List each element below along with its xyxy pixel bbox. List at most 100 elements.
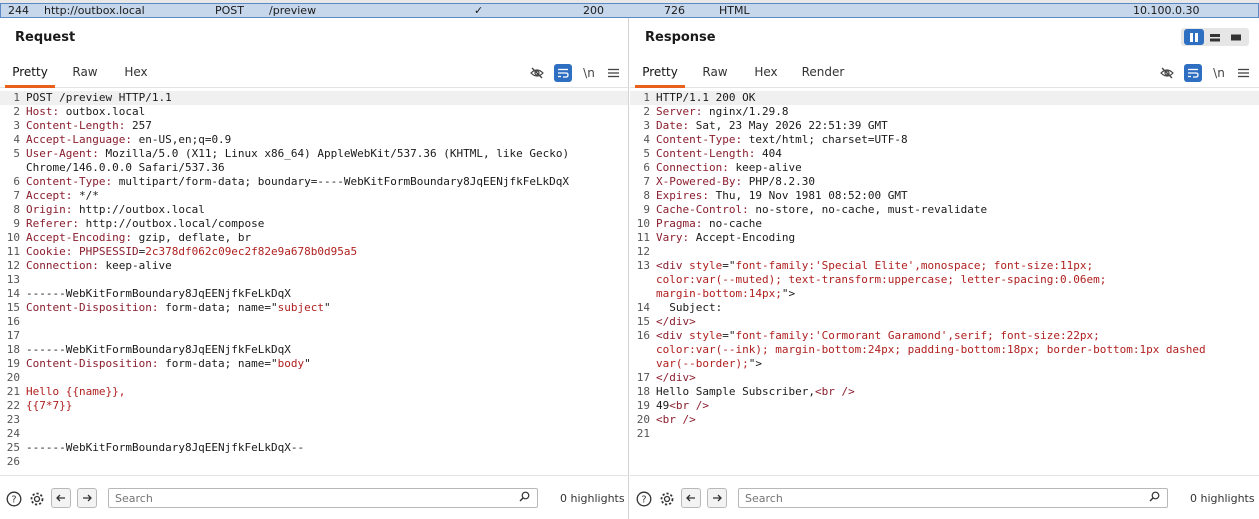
eye-slash-icon[interactable] <box>1158 64 1176 82</box>
code-token: User-Agent: <box>26 147 99 160</box>
line-number: 22 <box>6 399 20 412</box>
line-number: 9 <box>643 203 650 216</box>
split-columns-icon[interactable] <box>1184 29 1204 45</box>
code-token: Expires: <box>656 189 709 202</box>
request-tab-hex[interactable]: Hex <box>117 60 155 88</box>
help-circle-icon[interactable]: ? <box>635 490 653 508</box>
line-text: color:var(--muted); text-transform:upper… <box>656 273 1106 287</box>
arrow-left-icon[interactable] <box>51 488 71 508</box>
line-number: 3 <box>13 119 20 132</box>
arrow-right-icon[interactable] <box>77 488 97 508</box>
request-tab-raw[interactable]: Raw <box>65 60 105 88</box>
code-token: margin-bottom:14px; <box>656 287 782 300</box>
line-number: 13 <box>636 259 650 272</box>
help-circle-icon[interactable]: ? <box>5 490 23 508</box>
arrow-left-icon[interactable] <box>681 488 701 508</box>
code-token: ------WebKitFormBoundary8JqEENjfkFeLkDqX… <box>26 441 305 454</box>
line-text: Referer: http://outbox.local/compose <box>26 217 264 231</box>
history-row-selected[interactable]: 244 http://outbox.local POST /preview ✓ … <box>0 3 1259 18</box>
hamburger-menu-icon[interactable] <box>604 64 622 82</box>
line-text: Cookie: PHPSESSID=2c378df062c09ec2f82e9a… <box>26 245 357 259</box>
line-text: HTTP/1.1 200 OK <box>656 91 755 105</box>
code-line: 15 Content-Disposition: form-data; name="… <box>0 301 628 315</box>
newline-toggle[interactable]: \n <box>1210 64 1228 82</box>
response-tab-hex[interactable]: Hex <box>747 60 785 88</box>
line-text: Accept: */* <box>26 189 99 203</box>
code-token: 404 <box>755 147 782 160</box>
code-token: text/html; charset=UTF-8 <box>742 133 908 146</box>
line-text: Connection: keep-alive <box>26 259 172 273</box>
code-token: gzip, deflate, br <box>131 231 252 244</box>
line-number: 3 <box>643 119 650 132</box>
svg-text:?: ? <box>11 495 16 506</box>
line-text: Content-Length: 404 <box>656 147 782 161</box>
code-line: 23 <box>0 413 628 427</box>
code-token: Referer: <box>26 217 79 230</box>
single-pane-icon[interactable] <box>1226 29 1246 45</box>
line-text: Accept-Language: en-US,en;q=0.9 <box>26 133 231 147</box>
code-line: 8 Expires: Thu, 19 Nov 1981 08:52:00 GMT <box>630 189 1259 203</box>
response-tab-render[interactable]: Render <box>798 60 848 88</box>
line-text: X-Powered-By: PHP/8.2.30 <box>656 175 815 189</box>
line-number: 13 <box>6 273 20 286</box>
request-editor[interactable]: 1 POST /preview HTTP/1.1 2 Host: outbox.loc… <box>0 91 628 477</box>
code-token: =" <box>722 259 736 272</box>
code-line: 16 <box>0 315 628 329</box>
code-line: 2 Server: nginx/1.29.8 <box>630 105 1259 119</box>
response-search-input[interactable] <box>738 488 1168 508</box>
line-number: 17 <box>636 371 650 384</box>
line-number: 10 <box>6 231 20 244</box>
code-line: 19 Content-Disposition: form-data; name="… <box>0 357 628 371</box>
line-text: ------WebKitFormBoundary8JqEENjfkFeLkDqX <box>26 287 291 301</box>
gear-icon[interactable] <box>658 490 676 508</box>
line-number: 20 <box>6 371 20 384</box>
code-line: 22 {{7*7}} <box>0 399 628 413</box>
code-token: " <box>324 301 331 314</box>
code-line: 21 Hello {{name}}, <box>0 385 628 399</box>
newline-toggle[interactable]: \n <box>580 64 598 82</box>
magnifier-icon <box>1149 491 1160 505</box>
code-token: Content-Disposition: <box>26 357 159 370</box>
code-line: color:var(--muted); text-transform:upper… <box>630 273 1259 287</box>
line-text: ------WebKitFormBoundary8JqEENjfkFeLkDqX <box>26 343 291 357</box>
request-tab-pretty[interactable]: Pretty <box>5 60 55 88</box>
line-text: Content-Disposition: form-data; name="bo… <box>26 357 311 371</box>
code-line: 18 ------WebKitFormBoundary8JqEENjfkFeLkD… <box>0 343 628 357</box>
line-number: 14 <box>636 301 650 314</box>
code-token: <br /> <box>656 413 696 426</box>
line-text: Host: outbox.local <box>26 105 145 119</box>
line-number: 9 <box>13 217 20 230</box>
hamburger-menu-icon[interactable] <box>1234 64 1252 82</box>
code-line: 14 ------WebKitFormBoundary8JqEENjfkFeLkD… <box>0 287 628 301</box>
code-token: multipart/form-data; boundary=----WebKit… <box>112 175 570 188</box>
code-line: 7 X-Powered-By: PHP/8.2.30 <box>630 175 1259 189</box>
word-wrap-icon[interactable] <box>1184 64 1202 82</box>
line-text: Connection: keep-alive <box>656 161 802 175</box>
code-token: font-family:'Special Elite',monospace; f… <box>735 259 1094 272</box>
request-search-input[interactable] <box>108 488 538 508</box>
code-token: color:var(--muted); text-transform:upper… <box>656 273 1107 286</box>
response-tab-pretty[interactable]: Pretty <box>635 60 685 88</box>
code-line: 17 <box>0 329 628 343</box>
code-line: margin-bottom:14px;"> <box>630 287 1259 301</box>
code-token: <div <box>656 329 683 342</box>
code-token: Vary: <box>656 231 690 244</box>
response-tab-raw[interactable]: Raw <box>695 60 735 88</box>
eye-slash-icon[interactable] <box>528 64 546 82</box>
line-text: Cache-Control: no-store, no-cache, must-… <box>656 203 987 217</box>
gear-icon[interactable] <box>28 490 46 508</box>
code-line: 3 Content-Length: 257 <box>0 119 628 133</box>
split-rows-icon[interactable] <box>1205 29 1225 45</box>
code-line: 10 Accept-Encoding: gzip, deflate, br <box>0 231 628 245</box>
code-token: 2c378df062c09ec2f82e9a678b0d95a5 <box>145 245 358 258</box>
history-host: http://outbox.local <box>44 4 145 17</box>
response-editor[interactable]: 1 HTTP/1.1 200 OK 2 Server: nginx/1.29.8 3 Da… <box>630 91 1259 477</box>
code-line: 11 Vary: Accept-Encoding <box>630 231 1259 245</box>
arrow-right-icon[interactable] <box>707 488 727 508</box>
word-wrap-icon[interactable] <box>554 64 572 82</box>
line-number: 14 <box>6 287 20 300</box>
code-token: var(--border); <box>656 357 749 370</box>
code-line: 5 User-Agent: Mozilla/5.0 (X11; Linux x86… <box>0 147 628 161</box>
svg-text:?: ? <box>641 495 646 506</box>
line-text: Chrome/146.0.0.0 Safari/537.36 <box>26 161 225 175</box>
